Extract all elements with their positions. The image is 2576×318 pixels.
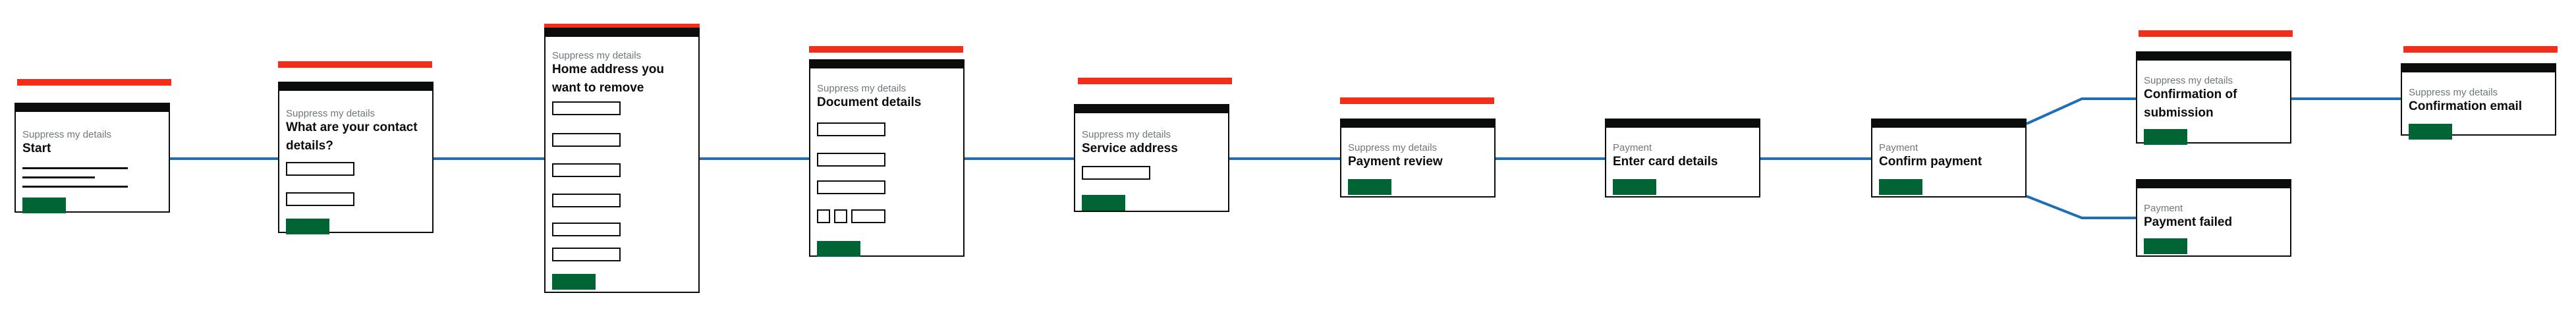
accent-red-bar [2139, 30, 2293, 37]
screen-title: Document details [817, 95, 922, 109]
continue-button[interactable] [1082, 195, 1125, 211]
continue-button[interactable] [2409, 124, 2452, 140]
country-field[interactable] [552, 248, 621, 261]
screen-title: Confirm payment [1879, 155, 1982, 169]
retry-button[interactable] [2144, 238, 2187, 254]
county-field[interactable] [552, 194, 621, 207]
address-line-2-field[interactable] [552, 133, 621, 147]
accent-red-bar [1340, 97, 1494, 104]
text-line-placeholder [22, 167, 128, 169]
screen-service-address[interactable]: Suppress my details Service address [1074, 104, 1229, 212]
accent-red-bar [278, 61, 432, 68]
continue-button[interactable] [22, 198, 66, 213]
screen-title: Confirmation of submission [2144, 88, 2237, 120]
screen-title: Payment review [1348, 155, 1443, 169]
screen-confirmation-email[interactable]: Suppress my details Confirmation email [2401, 63, 2556, 140]
connector-confirm-to-payment-failed [2026, 195, 2136, 219]
screen-title: Confirmation email [2409, 99, 2523, 113]
text-line-placeholder [22, 186, 128, 188]
phone-field[interactable] [286, 192, 354, 206]
screen-title: Home address you want to remove [552, 63, 664, 95]
email-field[interactable] [286, 162, 354, 176]
screen-confirmation-of-submission[interactable]: Suppress my details Confirmation of subm… [2136, 51, 2291, 145]
screen-enter-card-details[interactable]: Payment Enter card details [1605, 119, 1760, 198]
accent-red-bar [17, 79, 171, 86]
screen-title: What are your contact details? [286, 120, 418, 153]
document-field-1[interactable] [817, 122, 885, 136]
town-field[interactable] [552, 163, 621, 177]
screen-title: Service address [1082, 142, 1178, 155]
continue-button[interactable] [286, 219, 329, 234]
address-line-1-field[interactable] [552, 101, 621, 115]
document-field-3[interactable] [817, 180, 885, 194]
accent-red-bar [2403, 46, 2558, 53]
date-year-field[interactable] [851, 209, 885, 223]
screen-contact-details[interactable]: Suppress my details What are your contac… [278, 82, 434, 234]
date-day-field[interactable] [817, 209, 830, 223]
date-month-field[interactable] [834, 209, 847, 223]
text-line-placeholder [22, 176, 95, 178]
continue-button[interactable] [1613, 179, 1656, 195]
service-address-field[interactable] [1082, 166, 1150, 180]
accent-red-bar [1078, 78, 1232, 84]
connector-confirm-to-submission [2026, 97, 2136, 125]
screen-payment-failed[interactable]: Payment Payment failed [2136, 179, 2291, 257]
screen-title: Start [22, 142, 51, 155]
document-field-2[interactable] [817, 153, 885, 167]
continue-button[interactable] [552, 274, 596, 290]
screen-title: Enter card details [1613, 155, 1718, 169]
screen-payment-review[interactable]: Suppress my details Payment review [1340, 119, 1496, 198]
screen-start[interactable]: Suppress my details Start [14, 103, 170, 213]
postcode-field[interactable] [552, 223, 621, 236]
screen-confirm-payment[interactable]: Payment Confirm payment [1871, 119, 2027, 198]
accent-red-bar [809, 46, 963, 53]
continue-button[interactable] [1879, 179, 1922, 195]
screen-home-address[interactable]: Suppress my details Home address you wan… [544, 28, 700, 293]
continue-button[interactable] [1348, 179, 1391, 195]
screen-document-details[interactable]: Suppress my details Document details [809, 59, 965, 257]
continue-button[interactable] [817, 241, 860, 257]
screen-title: Payment failed [2144, 215, 2233, 229]
continue-button[interactable] [2144, 129, 2187, 145]
